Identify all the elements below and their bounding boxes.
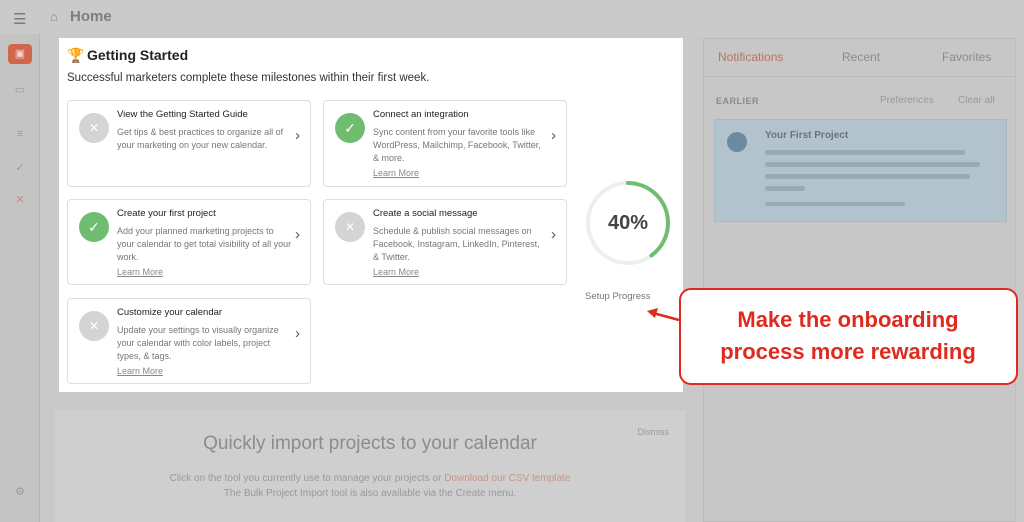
- setup-progress-ring: 40%: [583, 178, 673, 268]
- tab-recent[interactable]: Recent: [842, 50, 880, 64]
- learn-more-link[interactable]: Learn More: [117, 366, 163, 376]
- task-title: Create a social message: [373, 208, 478, 219]
- import-title: Quickly import projects to your calendar: [203, 433, 537, 454]
- nav-calendar-icon[interactable]: ▭: [8, 80, 32, 100]
- task-description: Update your settings to visually organiz…: [117, 325, 279, 361]
- notification-text-line: [765, 150, 965, 155]
- import-instructions: Click on the tool you currently use to m…: [55, 473, 685, 484]
- setup-progress-label: Setup Progress: [585, 291, 651, 302]
- task-description: Get tips & best practices to organize al…: [117, 127, 284, 150]
- chevron-right-icon[interactable]: ›: [295, 325, 300, 342]
- task-title: Connect an integration: [373, 109, 469, 120]
- task-description: Schedule & publish social messages on Fa…: [373, 226, 540, 262]
- tab-notifications[interactable]: Notifications: [718, 50, 783, 64]
- notifications-tabs: Notifications Recent Favorites: [704, 39, 1017, 77]
- notification-text-line: [765, 162, 980, 167]
- annotation-line-1: Make the onboarding: [737, 307, 959, 332]
- x-icon: ✕: [335, 212, 365, 242]
- clear-all-link[interactable]: Clear all: [958, 95, 995, 106]
- x-icon: ✕: [79, 113, 109, 143]
- chevron-right-icon[interactable]: ›: [551, 127, 556, 144]
- csv-template-link[interactable]: Download our CSV template: [444, 473, 570, 484]
- annotation-line-2: process more rewarding: [720, 339, 976, 364]
- task-description: Add your planned marketing projects to y…: [117, 226, 292, 262]
- task-card-integration[interactable]: ✓ Connect an integration Sync content fr…: [323, 100, 567, 187]
- task-title: Create your first project: [117, 208, 216, 219]
- nav-dashboard-icon[interactable]: ▣: [8, 44, 32, 64]
- task-card-first-project[interactable]: ✓ Create your first project Add your pla…: [67, 199, 311, 285]
- notification-title: Your First Project: [765, 130, 849, 141]
- tab-favorites[interactable]: Favorites: [942, 50, 991, 64]
- getting-started-subtitle: Successful marketers complete these mile…: [67, 72, 430, 84]
- top-bar: ☰ ⌂ Home: [0, 0, 1024, 34]
- notification-item[interactable]: Your First Project: [714, 119, 1007, 222]
- notification-text-line: [765, 186, 805, 191]
- arrow-shaft: [652, 311, 680, 322]
- section-label: EARLIER: [716, 96, 760, 106]
- avatar: [727, 132, 747, 152]
- getting-started-card: 🏆 Getting Started Successful marketers c…: [59, 38, 683, 392]
- task-card-guide[interactable]: ✕ View the Getting Started Guide Get tip…: [67, 100, 311, 187]
- check-icon: ✓: [335, 113, 365, 143]
- task-card-customize-calendar[interactable]: ✕ Customize your calendar Update your se…: [67, 298, 311, 384]
- hamburger-menu-icon[interactable]: ☰: [13, 10, 26, 28]
- learn-more-link[interactable]: Learn More: [117, 267, 163, 277]
- notification-text-line: [765, 174, 970, 179]
- learn-more-link[interactable]: Learn More: [373, 168, 419, 178]
- progress-percent: 40%: [607, 212, 649, 234]
- import-instructions-text: Click on the tool you currently use to m…: [169, 473, 442, 484]
- nav-alert-icon[interactable]: ✕: [8, 190, 32, 210]
- nav-settings-icon[interactable]: ⚙: [8, 482, 32, 502]
- chevron-right-icon[interactable]: ›: [295, 127, 300, 144]
- nav-check-icon[interactable]: ✓: [8, 158, 32, 178]
- annotation-text: Make the onboarding process more rewardi…: [681, 304, 1015, 368]
- check-icon: ✓: [79, 212, 109, 242]
- learn-more-link[interactable]: Learn More: [373, 267, 419, 277]
- preferences-link[interactable]: Preferences: [880, 95, 934, 106]
- notification-meta-line: [765, 202, 905, 206]
- task-title: Customize your calendar: [117, 307, 223, 318]
- notifications-panel: Notifications Recent Favorites EARLIER P…: [703, 38, 1017, 522]
- page-title: Home: [70, 8, 112, 25]
- task-description: Sync content from your favorite tools li…: [373, 127, 541, 163]
- chevron-right-icon[interactable]: ›: [295, 226, 300, 243]
- import-projects-panel: Dismiss Quickly import projects to your …: [55, 410, 685, 522]
- chevron-right-icon[interactable]: ›: [551, 226, 556, 243]
- nav-list-icon[interactable]: ≡: [8, 124, 32, 144]
- left-nav-rail: ▣ ▭ ≡ ✓ ✕ ⚙: [0, 34, 40, 522]
- getting-started-title: Getting Started: [87, 47, 189, 63]
- arrow-head: [647, 308, 658, 318]
- task-title: View the Getting Started Guide: [117, 109, 248, 120]
- annotation-callout: Make the onboarding process more rewardi…: [679, 288, 1018, 385]
- x-icon: ✕: [79, 311, 109, 341]
- import-note: The Bulk Project Import tool is also ava…: [223, 488, 517, 499]
- task-card-social-message[interactable]: ✕ Create a social message Schedule & pub…: [323, 199, 567, 285]
- annotation-arrow: [647, 308, 680, 322]
- home-icon: ⌂: [50, 9, 58, 24]
- trophy-icon: 🏆: [67, 47, 85, 63]
